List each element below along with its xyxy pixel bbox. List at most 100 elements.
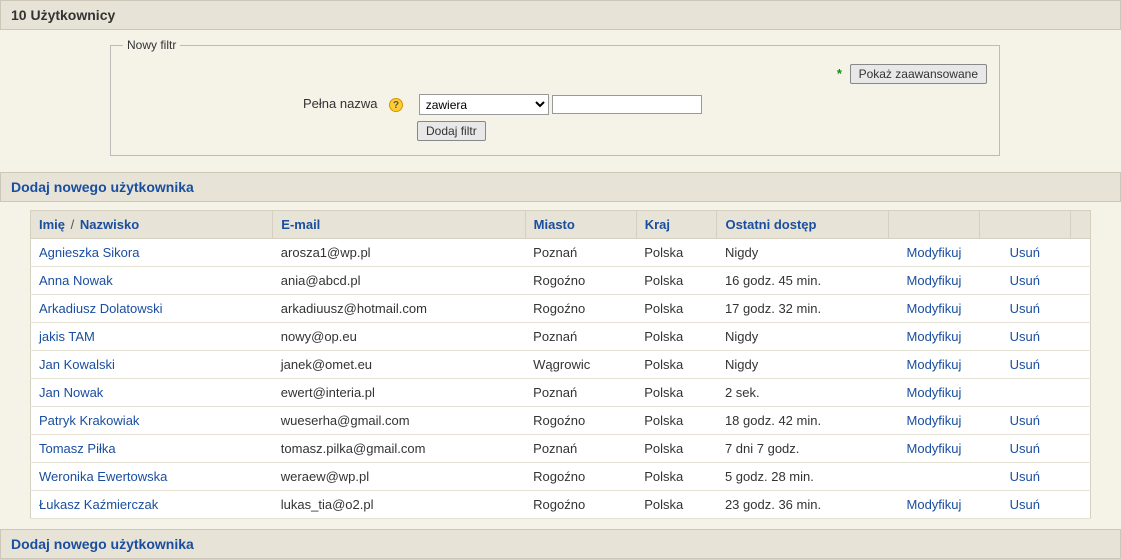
cell-name: jakis TAM xyxy=(31,323,273,351)
user-name-link[interactable]: Jan Kowalski xyxy=(39,357,115,372)
filter-row: Pełna nazwa ? zawiera xyxy=(123,94,987,115)
cell-name: Arkadiusz Dolatowski xyxy=(31,295,273,323)
sort-first-name[interactable]: Imię xyxy=(39,217,65,232)
col-access-header: Ostatni dostęp xyxy=(717,211,889,239)
add-user-link-top[interactable]: Dodaj nowego użytkownika xyxy=(11,179,194,195)
cell-email: nowy@op.eu xyxy=(273,323,525,351)
cell-tail xyxy=(1070,407,1090,435)
modify-link[interactable]: Modyfikuj xyxy=(907,385,962,400)
cell-modify: Modyfikuj xyxy=(889,379,980,407)
table-row: Jan Kowalskijanek@omet.euWągrowicPolskaN… xyxy=(31,351,1091,379)
delete-link[interactable]: Usuń xyxy=(1010,273,1040,288)
user-name-link[interactable]: Patryk Krakowiak xyxy=(39,413,139,428)
modify-link[interactable]: Modyfikuj xyxy=(907,413,962,428)
name-sep: / xyxy=(69,217,77,232)
cell-country: Polska xyxy=(636,295,717,323)
modify-link[interactable]: Modyfikuj xyxy=(907,329,962,344)
cell-access: Nigdy xyxy=(717,239,889,267)
cell-name: Anna Nowak xyxy=(31,267,273,295)
sort-access[interactable]: Ostatni dostęp xyxy=(725,217,816,232)
cell-name: Weronika Ewertowska xyxy=(31,463,273,491)
cell-tail xyxy=(1070,323,1090,351)
user-name-link[interactable]: jakis TAM xyxy=(39,329,95,344)
filter-section: Nowy filtr * Pokaż zaawansowane Pełna na… xyxy=(0,30,1121,172)
users-table: Imię / Nazwisko E-mail Miasto Kraj Ostat… xyxy=(30,210,1091,519)
cell-city: Rogoźno xyxy=(525,295,636,323)
delete-link[interactable]: Usuń xyxy=(1010,329,1040,344)
show-advanced-button[interactable]: Pokaż zaawansowane xyxy=(850,64,987,84)
cell-email: arkadiuusz@hotmail.com xyxy=(273,295,525,323)
required-asterisk-icon: * xyxy=(837,66,842,81)
delete-link[interactable]: Usuń xyxy=(1010,441,1040,456)
sort-last-name[interactable]: Nazwisko xyxy=(80,217,139,232)
cell-city: Poznań xyxy=(525,379,636,407)
add-user-section-bottom: Dodaj nowego użytkownika xyxy=(0,529,1121,559)
delete-link[interactable]: Usuń xyxy=(1010,469,1040,484)
cell-tail xyxy=(1070,239,1090,267)
delete-link[interactable]: Usuń xyxy=(1010,245,1040,260)
cell-modify xyxy=(889,463,980,491)
sort-email[interactable]: E-mail xyxy=(281,217,320,232)
cell-name: Tomasz Piłka xyxy=(31,435,273,463)
users-table-wrap: Imię / Nazwisko E-mail Miasto Kraj Ostat… xyxy=(0,202,1121,529)
filter-operator-select[interactable]: zawiera xyxy=(419,94,549,115)
sort-city[interactable]: Miasto xyxy=(534,217,575,232)
col-delete-header xyxy=(979,211,1070,239)
cell-email: lukas_tia@o2.pl xyxy=(273,491,525,519)
cell-name: Agnieszka Sikora xyxy=(31,239,273,267)
user-name-link[interactable]: Jan Nowak xyxy=(39,385,103,400)
user-name-link[interactable]: Weronika Ewertowska xyxy=(39,469,167,484)
user-name-link[interactable]: Arkadiusz Dolatowski xyxy=(39,301,163,316)
filter-fieldset: Nowy filtr * Pokaż zaawansowane Pełna na… xyxy=(110,38,1000,156)
cell-city: Poznań xyxy=(525,435,636,463)
user-name-link[interactable]: Tomasz Piłka xyxy=(39,441,116,456)
filter-legend: Nowy filtr xyxy=(123,38,180,52)
cell-country: Polska xyxy=(636,379,717,407)
cell-modify: Modyfikuj xyxy=(889,267,980,295)
cell-city: Rogoźno xyxy=(525,463,636,491)
filter-value-input[interactable] xyxy=(552,95,702,114)
modify-link[interactable]: Modyfikuj xyxy=(907,273,962,288)
cell-country: Polska xyxy=(636,351,717,379)
cell-country: Polska xyxy=(636,491,717,519)
modify-link[interactable]: Modyfikuj xyxy=(907,301,962,316)
help-icon[interactable]: ? xyxy=(389,98,403,112)
cell-city: Poznań xyxy=(525,323,636,351)
cell-city: Rogoźno xyxy=(525,407,636,435)
user-name-link[interactable]: Łukasz Kaźmierczak xyxy=(39,497,158,512)
table-row: Agnieszka Sikoraarosza1@wp.plPoznańPolsk… xyxy=(31,239,1091,267)
user-name-link[interactable]: Agnieszka Sikora xyxy=(39,245,139,260)
cell-city: Rogoźno xyxy=(525,267,636,295)
cell-country: Polska xyxy=(636,267,717,295)
modify-link[interactable]: Modyfikuj xyxy=(907,497,962,512)
delete-link[interactable]: Usuń xyxy=(1010,497,1040,512)
cell-delete: Usuń xyxy=(979,267,1070,295)
cell-modify: Modyfikuj xyxy=(889,407,980,435)
cell-name: Łukasz Kaźmierczak xyxy=(31,491,273,519)
add-filter-button[interactable]: Dodaj filtr xyxy=(417,121,486,141)
delete-link[interactable]: Usuń xyxy=(1010,413,1040,428)
modify-link[interactable]: Modyfikuj xyxy=(907,357,962,372)
cell-tail xyxy=(1070,267,1090,295)
cell-email: arosza1@wp.pl xyxy=(273,239,525,267)
cell-delete: Usuń xyxy=(979,435,1070,463)
modify-link[interactable]: Modyfikuj xyxy=(907,245,962,260)
delete-link[interactable]: Usuń xyxy=(1010,357,1040,372)
sort-country[interactable]: Kraj xyxy=(645,217,670,232)
filter-fullname-label: Pełna nazwa xyxy=(303,96,377,111)
cell-modify: Modyfikuj xyxy=(889,435,980,463)
cell-country: Polska xyxy=(636,239,717,267)
delete-link[interactable]: Usuń xyxy=(1010,301,1040,316)
cell-email: tomasz.pilka@gmail.com xyxy=(273,435,525,463)
col-tail-header xyxy=(1070,211,1090,239)
table-row: Patryk Krakowiakwueserha@gmail.comRogoźn… xyxy=(31,407,1091,435)
modify-link[interactable]: Modyfikuj xyxy=(907,441,962,456)
cell-access: 23 godz. 36 min. xyxy=(717,491,889,519)
col-name-header: Imię / Nazwisko xyxy=(31,211,273,239)
user-name-link[interactable]: Anna Nowak xyxy=(39,273,113,288)
col-modify-header xyxy=(889,211,980,239)
cell-country: Polska xyxy=(636,323,717,351)
cell-modify: Modyfikuj xyxy=(889,295,980,323)
add-user-link-bottom[interactable]: Dodaj nowego użytkownika xyxy=(11,536,194,552)
cell-tail xyxy=(1070,435,1090,463)
